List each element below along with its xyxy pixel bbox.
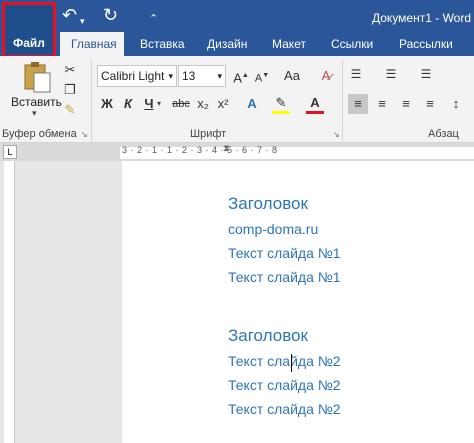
tab-mailings[interactable]: Рассылки	[399, 37, 453, 51]
paragraph-group-label: Абзац	[428, 128, 459, 140]
doc-line[interactable]: Текст слайда №1	[228, 245, 341, 261]
heading-1[interactable]: Заголовок	[228, 194, 308, 214]
tab-selector-icon[interactable]: L	[3, 145, 17, 159]
underline-dropdown-icon[interactable]: ▾	[157, 99, 161, 108]
multilevel-list-icon[interactable]: ☰	[417, 64, 435, 84]
redo-icon[interactable]: ↻	[103, 6, 118, 24]
italic-button[interactable]: К	[120, 94, 136, 114]
document-title: Документ1 - Word	[372, 11, 472, 25]
indent-marker-icon[interactable]: ⧗	[223, 143, 229, 154]
format-painter-icon[interactable]: ✎	[62, 100, 78, 120]
cut-icon[interactable]: ✂	[62, 60, 78, 80]
doc-line[interactable]: Текст слайда №2	[228, 377, 341, 393]
text-effects-icon[interactable]: A	[243, 94, 261, 114]
copy-icon[interactable]: ❐	[62, 80, 78, 100]
paste-button[interactable]	[20, 60, 54, 94]
font-size-value: 13	[182, 69, 196, 83]
font-group-label: Шрифт	[190, 128, 227, 140]
numbering-icon[interactable]: ☰	[382, 64, 400, 84]
group-separator	[342, 60, 343, 142]
paste-dropdown-icon[interactable]: ▾	[32, 108, 37, 119]
bold-button[interactable]: Ж	[99, 94, 115, 114]
font-launcher-icon[interactable]: ↘	[333, 130, 340, 139]
customize-icon[interactable]: ⌃	[149, 10, 158, 28]
superscript-button[interactable]: x²	[214, 94, 232, 114]
vertical-ruler[interactable]	[4, 161, 15, 443]
align-right-icon[interactable]: ≡	[396, 94, 416, 114]
paste-label: Вставить	[11, 95, 62, 109]
tab-home-label: Главная	[71, 37, 117, 51]
ruler-ticks: 3 · 2 · 1 · 1 · 2 · 3 · 4 · 5 · 6 · 7 · …	[122, 145, 278, 155]
tab-references[interactable]: Ссылки	[331, 37, 373, 51]
font-name-dropdown[interactable]: Calibri Light ▾	[97, 65, 177, 87]
font-name-value: Calibri Light	[101, 69, 165, 83]
justify-icon[interactable]: ≡	[420, 94, 440, 114]
bullets-icon[interactable]: ☰	[347, 64, 365, 84]
change-case-icon[interactable]: Aa	[280, 66, 304, 86]
align-center-icon[interactable]: ≡	[372, 94, 392, 114]
group-separator	[91, 60, 92, 142]
strikethrough-button[interactable]: abc	[170, 94, 192, 114]
file-tab-label: Файл	[13, 36, 45, 50]
clipboard-group-label: Буфер обмена	[2, 128, 77, 140]
tab-insert[interactable]: Вставка	[140, 37, 185, 51]
clipboard-launcher-icon[interactable]: ↘	[81, 130, 88, 139]
doc-line[interactable]: Текст слайда №2	[228, 401, 341, 417]
tab-layout[interactable]: Макет	[272, 37, 306, 51]
highlight-icon[interactable]: ✎	[272, 94, 290, 114]
doc-line[interactable]: Текст слайда №1	[228, 269, 341, 285]
doc-line[interactable]: comp-doma.ru	[228, 221, 318, 237]
underline-button[interactable]: Ч	[141, 94, 157, 114]
undo-dropdown-icon[interactable]: ▾	[80, 12, 85, 30]
grow-font-icon[interactable]: A▲	[232, 66, 250, 88]
shrink-font-icon[interactable]: A▼	[253, 66, 271, 89]
text-cursor	[291, 354, 292, 372]
chevron-down-icon: ▾	[217, 71, 222, 81]
subscript-button[interactable]: x₂	[194, 94, 212, 114]
chevron-down-icon: ▾	[168, 71, 173, 81]
tab-design[interactable]: Дизайн	[207, 37, 247, 51]
line-spacing-icon[interactable]: ↕	[446, 94, 466, 114]
clear-formatting-icon[interactable]: A̷	[316, 66, 336, 86]
align-left-icon[interactable]: ≡	[348, 94, 368, 114]
font-size-dropdown[interactable]: 13 ▾	[178, 65, 226, 87]
font-color-icon[interactable]: A	[306, 94, 324, 114]
undo-icon[interactable]: ↶	[62, 6, 77, 24]
heading-2[interactable]: Заголовок	[228, 326, 308, 346]
doc-line[interactable]: Текст слайда №2	[228, 353, 341, 369]
